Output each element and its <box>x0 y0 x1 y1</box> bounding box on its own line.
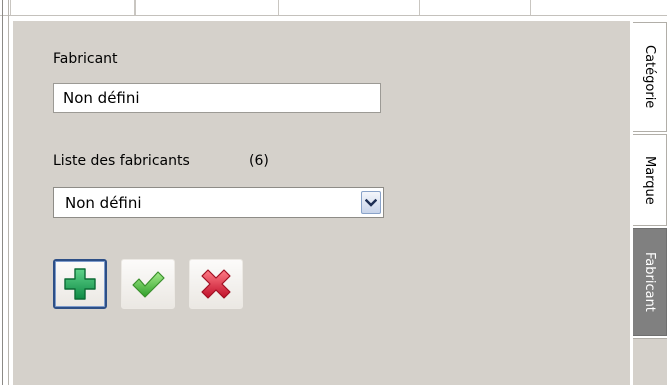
plus-icon <box>64 268 96 300</box>
side-tab-filler <box>633 338 667 385</box>
top-tab[interactable] <box>10 0 135 15</box>
checkmark-icon <box>132 271 165 298</box>
manufacturer-count: (6) <box>249 153 269 169</box>
add-button[interactable] <box>53 259 107 309</box>
manufacturer-list-label: Liste des fabricants <box>53 153 190 169</box>
window-border <box>2 0 3 385</box>
fabricant-label: Fabricant <box>53 51 118 67</box>
cross-icon <box>201 269 231 299</box>
top-tab[interactable] <box>135 0 279 15</box>
chevron-down-icon <box>365 198 377 207</box>
delete-button[interactable] <box>189 259 243 309</box>
fabricant-input[interactable] <box>53 83 381 113</box>
top-tab-strip <box>0 0 667 16</box>
tab-label: Catégorie <box>642 45 657 109</box>
select-value: Non défini <box>65 194 142 212</box>
select-dropdown-button[interactable] <box>361 191 381 214</box>
tab-fabricant[interactable]: Fabricant <box>633 228 667 336</box>
tab-marque[interactable]: Marque <box>633 134 667 226</box>
manufacturer-panel: Fabricant Liste des fabricants (6) Non d… <box>12 20 630 385</box>
window-border <box>8 0 9 385</box>
tab-categorie[interactable]: Catégorie <box>633 22 667 132</box>
confirm-button[interactable] <box>121 259 175 309</box>
top-tab[interactable] <box>419 0 531 15</box>
manufacturer-select[interactable]: Non défini <box>53 187 384 218</box>
tab-label: Marque <box>642 155 657 205</box>
tab-label: Fabricant <box>642 252 657 312</box>
